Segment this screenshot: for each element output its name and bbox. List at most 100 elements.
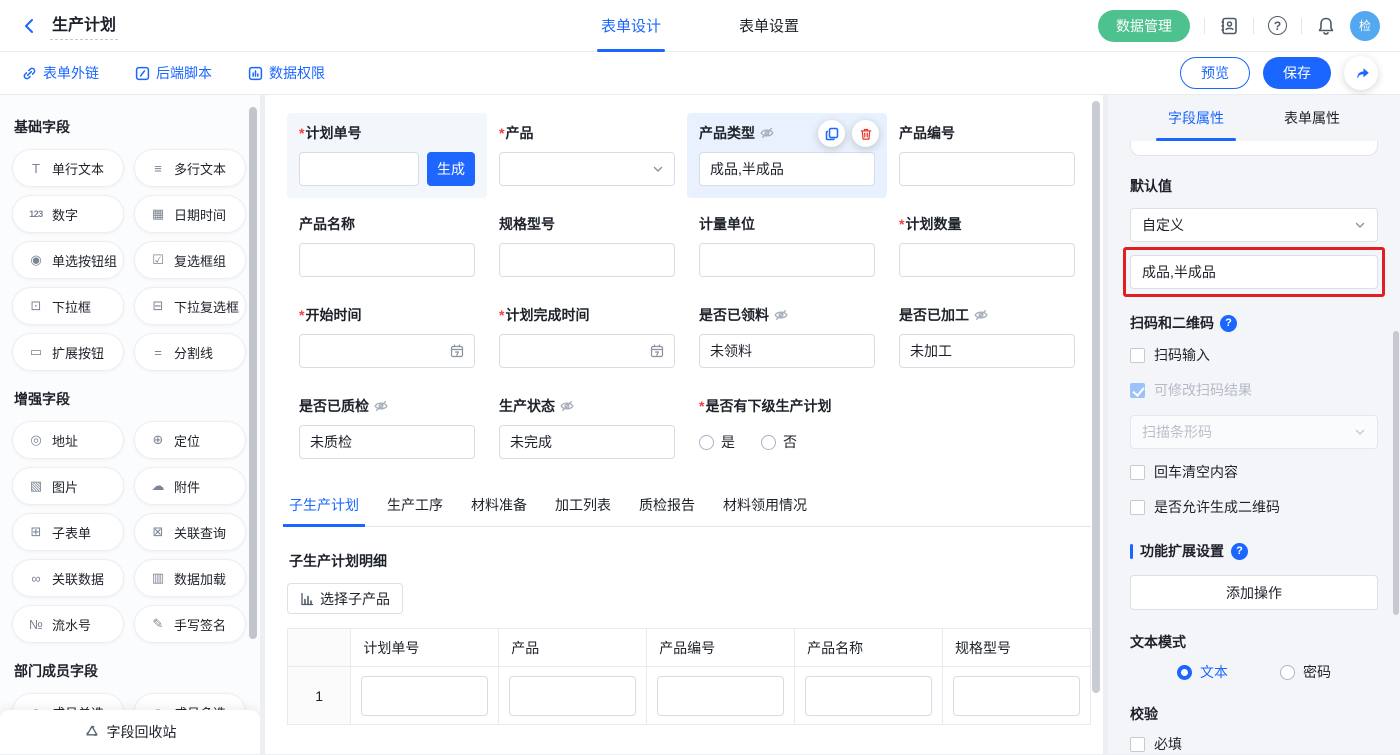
save-button[interactable]: 保存 xyxy=(1263,57,1331,89)
radio-option-no[interactable]: 否 xyxy=(761,432,797,452)
sidebar-scrollbar[interactable] xyxy=(249,107,257,639)
status-input[interactable]: 未完成 xyxy=(499,425,675,459)
unit-input[interactable] xyxy=(699,243,875,277)
sidebar-field-关联查询[interactable]: ⊠关联查询 xyxy=(134,513,246,551)
sidebar-field-多行文本[interactable]: ≡多行文本 xyxy=(134,149,246,187)
cell-input-产品名称[interactable] xyxy=(805,676,932,716)
sidebar-field-手写签名[interactable]: ✎手写签名 xyxy=(134,605,246,643)
field-finish-time[interactable]: 计划完成时间 xyxy=(487,295,687,380)
checkbox-scan-input[interactable]: 扫码输入 xyxy=(1130,345,1378,365)
sidebar-field-数字[interactable]: 123数字 xyxy=(12,195,124,233)
radio-text-mode-password[interactable]: 密码 xyxy=(1280,662,1331,682)
sidebar-field-定位[interactable]: ⊕定位 xyxy=(134,421,246,459)
default-value-mode-select[interactable]: 自定义 xyxy=(1130,208,1378,242)
field-status[interactable]: 生产状态 未完成 xyxy=(487,386,687,471)
sidebar-field-数据加载[interactable]: ▥数据加载 xyxy=(134,559,246,597)
sidebar-field-复选框组[interactable]: ☑复选框组 xyxy=(134,241,246,279)
picked-input[interactable]: 未领料 xyxy=(699,334,875,368)
subform-tab-子生产计划[interactable]: 子生产计划 xyxy=(289,487,359,526)
checkbox-editable-scan-result[interactable]: 可修改扫码结果 xyxy=(1130,380,1378,400)
sidebar-field-子表单[interactable]: ⊞子表单 xyxy=(12,513,124,551)
plan-qty-input[interactable] xyxy=(899,243,1075,277)
field-recycle-bin[interactable]: 字段回收站 xyxy=(0,710,260,754)
generate-button[interactable]: 生成 xyxy=(427,152,475,186)
preview-button[interactable]: 预览 xyxy=(1180,57,1250,89)
field-inspected[interactable]: 是否已质检 未质检 xyxy=(287,386,487,471)
start-time-input[interactable] xyxy=(299,334,475,368)
field-has-sub-plan[interactable]: 是否有下级生产计划 是 否 xyxy=(687,386,1087,471)
plan-no-input[interactable] xyxy=(299,152,419,186)
field-start-time[interactable]: 开始时间 xyxy=(287,295,487,380)
cell-input-产品编号[interactable] xyxy=(657,676,784,716)
panel-scrollbar[interactable] xyxy=(1393,331,1399,615)
field-unit[interactable]: 计量单位 xyxy=(687,204,887,289)
sidebar-field-下拉框[interactable]: ⊡下拉框 xyxy=(12,287,124,325)
default-value-input[interactable]: 成品,半成品 xyxy=(1130,255,1378,289)
help-icon[interactable]: ? xyxy=(1231,543,1248,560)
canvas-scrollbar[interactable] xyxy=(1092,101,1100,693)
field-product-type[interactable]: 产品类型 成品,半成品 xyxy=(687,113,887,198)
field-spec-model[interactable]: 规格型号 xyxy=(487,204,687,289)
sidebar-field-分割线[interactable]: =分割线 xyxy=(134,333,246,371)
user-avatar[interactable]: 检 xyxy=(1350,11,1380,41)
sidebar-field-附件[interactable]: ☁附件 xyxy=(134,467,246,505)
contacts-icon[interactable] xyxy=(1219,16,1239,36)
scan-type-select[interactable]: 扫描条形码 xyxy=(1130,415,1378,449)
sidebar-field-流水号[interactable]: №流水号 xyxy=(12,605,124,643)
page-title[interactable]: 生产计划 xyxy=(50,11,118,40)
tab-field-properties[interactable]: 字段属性 xyxy=(1168,95,1224,141)
checkbox-enter-clear[interactable]: 回车清空内容 xyxy=(1130,462,1378,482)
checkbox-required[interactable]: 必填 xyxy=(1130,734,1378,754)
product-code-input[interactable] xyxy=(899,152,1075,186)
select-sub-product-button[interactable]: 选择子产品 xyxy=(287,583,403,614)
delete-field-button[interactable] xyxy=(852,120,879,147)
radio-text-mode-text[interactable]: 文本 xyxy=(1177,662,1228,682)
cell-input-产品[interactable] xyxy=(509,676,636,716)
help-icon[interactable]: ? xyxy=(1220,315,1237,332)
field-picked[interactable]: 是否已领料 未领料 xyxy=(687,295,887,380)
field-product-name[interactable]: 产品名称 xyxy=(287,204,487,289)
form-external-link[interactable]: 表单外链 xyxy=(22,63,99,83)
product-name-input[interactable] xyxy=(299,243,475,277)
subform-tab-材料准备[interactable]: 材料准备 xyxy=(471,487,527,526)
field-processed[interactable]: 是否已加工 未加工 xyxy=(887,295,1087,380)
cell-input-计划单号[interactable] xyxy=(361,676,488,716)
tab-form-design[interactable]: 表单设计 xyxy=(601,0,661,52)
radio-option-yes[interactable]: 是 xyxy=(699,432,735,452)
product-select[interactable] xyxy=(499,152,675,186)
copy-field-button[interactable] xyxy=(818,120,845,147)
sidebar-field-扩展按钮[interactable]: ▭扩展按钮 xyxy=(12,333,124,371)
sidebar-field-下拉复选框[interactable]: ⊟下拉复选框 xyxy=(134,287,246,325)
field-product-code[interactable]: 产品编号 xyxy=(887,113,1087,198)
field-plan-qty[interactable]: 计划数量 xyxy=(887,204,1087,289)
sidebar-field-单行文本[interactable]: T单行文本 xyxy=(12,149,124,187)
notification-bell-icon[interactable] xyxy=(1316,16,1336,36)
tab-form-settings[interactable]: 表单设置 xyxy=(739,0,799,52)
data-permission-link[interactable]: 数据权限 xyxy=(248,63,325,83)
cell-input-规格型号[interactable] xyxy=(953,676,1080,716)
field-plan-no[interactable]: 计划单号 生成 xyxy=(287,113,487,198)
sidebar-field-地址[interactable]: ◎地址 xyxy=(12,421,124,459)
sidebar-field-日期时间[interactable]: ▦日期时间 xyxy=(134,195,246,233)
subform-tab-材料领用情况[interactable]: 材料领用情况 xyxy=(723,487,807,526)
product-type-input[interactable]: 成品,半成品 xyxy=(699,152,875,186)
checkbox-allow-qrcode[interactable]: 是否允许生成二维码 xyxy=(1130,497,1378,517)
backend-script-link[interactable]: 后端脚本 xyxy=(135,63,212,83)
spec-model-input[interactable] xyxy=(499,243,675,277)
processed-input[interactable]: 未加工 xyxy=(899,334,1075,368)
data-manage-button[interactable]: 数据管理 xyxy=(1098,10,1190,42)
subform-tab-质检报告[interactable]: 质检报告 xyxy=(639,487,695,526)
field-product[interactable]: 产品 xyxy=(487,113,687,198)
sidebar-field-图片[interactable]: ▧图片 xyxy=(12,467,124,505)
help-icon[interactable]: ? xyxy=(1268,16,1287,35)
subform-tab-加工列表[interactable]: 加工列表 xyxy=(555,487,611,526)
inspected-input[interactable]: 未质检 xyxy=(299,425,475,459)
sidebar-field-关联数据[interactable]: ∞关联数据 xyxy=(12,559,124,597)
tab-form-properties[interactable]: 表单属性 xyxy=(1284,95,1340,141)
sidebar-field-单选按钮组[interactable]: ◉单选按钮组 xyxy=(12,241,124,279)
share-button[interactable] xyxy=(1344,56,1378,90)
back-button[interactable] xyxy=(20,17,38,35)
subform-tab-生产工序[interactable]: 生产工序 xyxy=(387,487,443,526)
add-operation-button[interactable]: 添加操作 xyxy=(1130,575,1378,610)
finish-time-input[interactable] xyxy=(499,334,675,368)
